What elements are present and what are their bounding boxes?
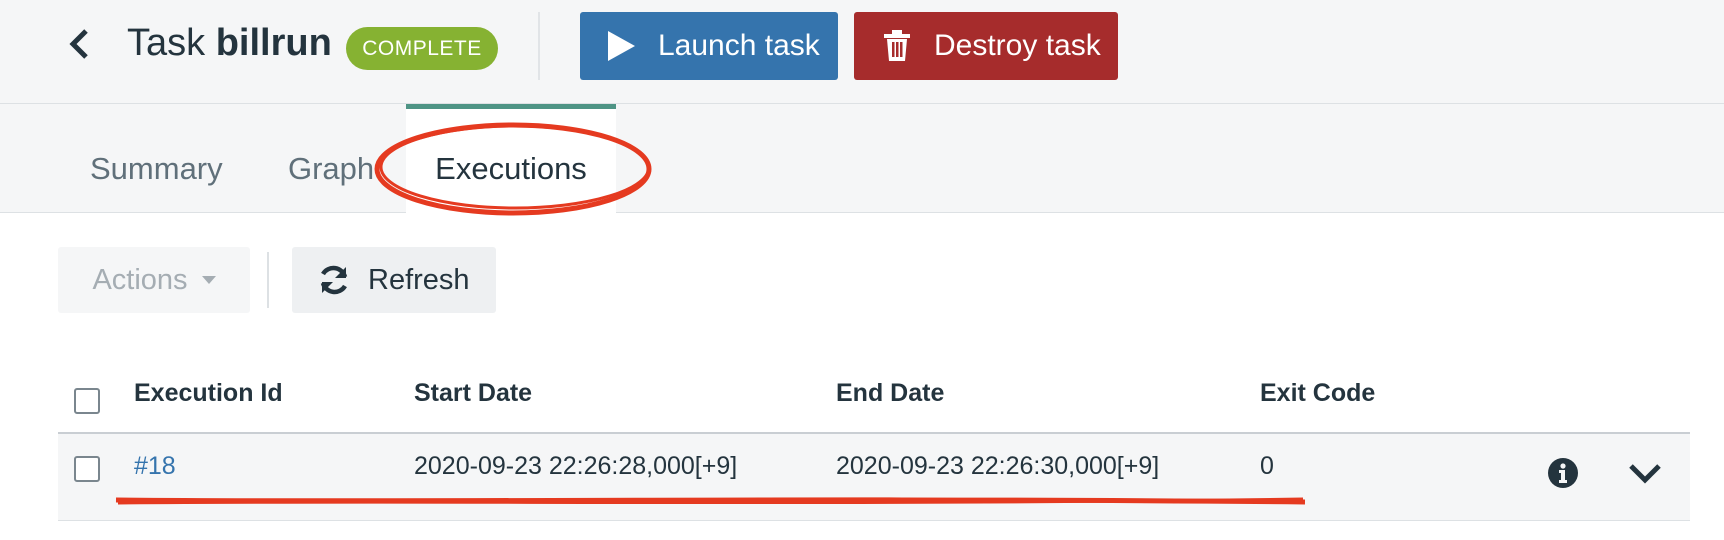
header-divider (538, 12, 540, 80)
exit-code-cell: 0 (1260, 452, 1274, 480)
caret-down-icon (201, 276, 216, 284)
table-header: Execution Id Start Date End Date Exit Co… (58, 364, 1690, 434)
select-all-checkbox[interactable] (74, 388, 100, 414)
tab-bar: Summary Graph Executions (0, 104, 1724, 213)
info-icon[interactable] (1546, 456, 1580, 490)
trash-icon (880, 29, 914, 63)
status-badge: COMPLETE (346, 27, 498, 70)
end-date-cell: 2020-09-23 22:26:30,000[+9] (836, 452, 1160, 480)
play-icon (604, 29, 638, 63)
page-title: Task billrun (127, 19, 332, 67)
chevron-left-icon (69, 29, 88, 59)
column-header-end-date[interactable]: End Date (836, 378, 944, 408)
table-row: #18 2020-09-23 22:26:28,000[+9] 2020-09-… (58, 434, 1690, 521)
toolbar-divider (267, 252, 269, 308)
tab-executions[interactable]: Executions (406, 104, 616, 213)
destroy-task-button[interactable]: Destroy task (854, 12, 1118, 80)
column-header-execution-id[interactable]: Execution Id (134, 378, 283, 408)
start-date-cell: 2020-09-23 22:26:28,000[+9] (414, 452, 738, 480)
page-header: Task billrun COMPLETE Launch task Destro… (0, 0, 1724, 104)
refresh-icon (316, 262, 352, 298)
title-prefix: Task (127, 22, 206, 64)
launch-task-label: Launch task (658, 29, 820, 62)
row-checkbox[interactable] (74, 456, 100, 482)
actions-dropdown[interactable]: Actions (58, 247, 250, 313)
tab-graph[interactable]: Graph (288, 104, 374, 212)
launch-task-button[interactable]: Launch task (580, 12, 838, 80)
tab-summary[interactable]: Summary (90, 104, 223, 212)
execution-id-link[interactable]: #18 (134, 434, 176, 498)
destroy-task-label: Destroy task (934, 29, 1101, 62)
column-header-start-date[interactable]: Start Date (414, 378, 532, 408)
back-button[interactable] (64, 26, 94, 62)
chevron-down-icon[interactable] (1628, 456, 1662, 490)
actions-label: Actions (92, 263, 188, 296)
refresh-button[interactable]: Refresh (292, 247, 496, 313)
task-name: billrun (215, 22, 332, 64)
column-header-exit-code[interactable]: Exit Code (1260, 378, 1375, 408)
refresh-label: Refresh (368, 263, 470, 296)
